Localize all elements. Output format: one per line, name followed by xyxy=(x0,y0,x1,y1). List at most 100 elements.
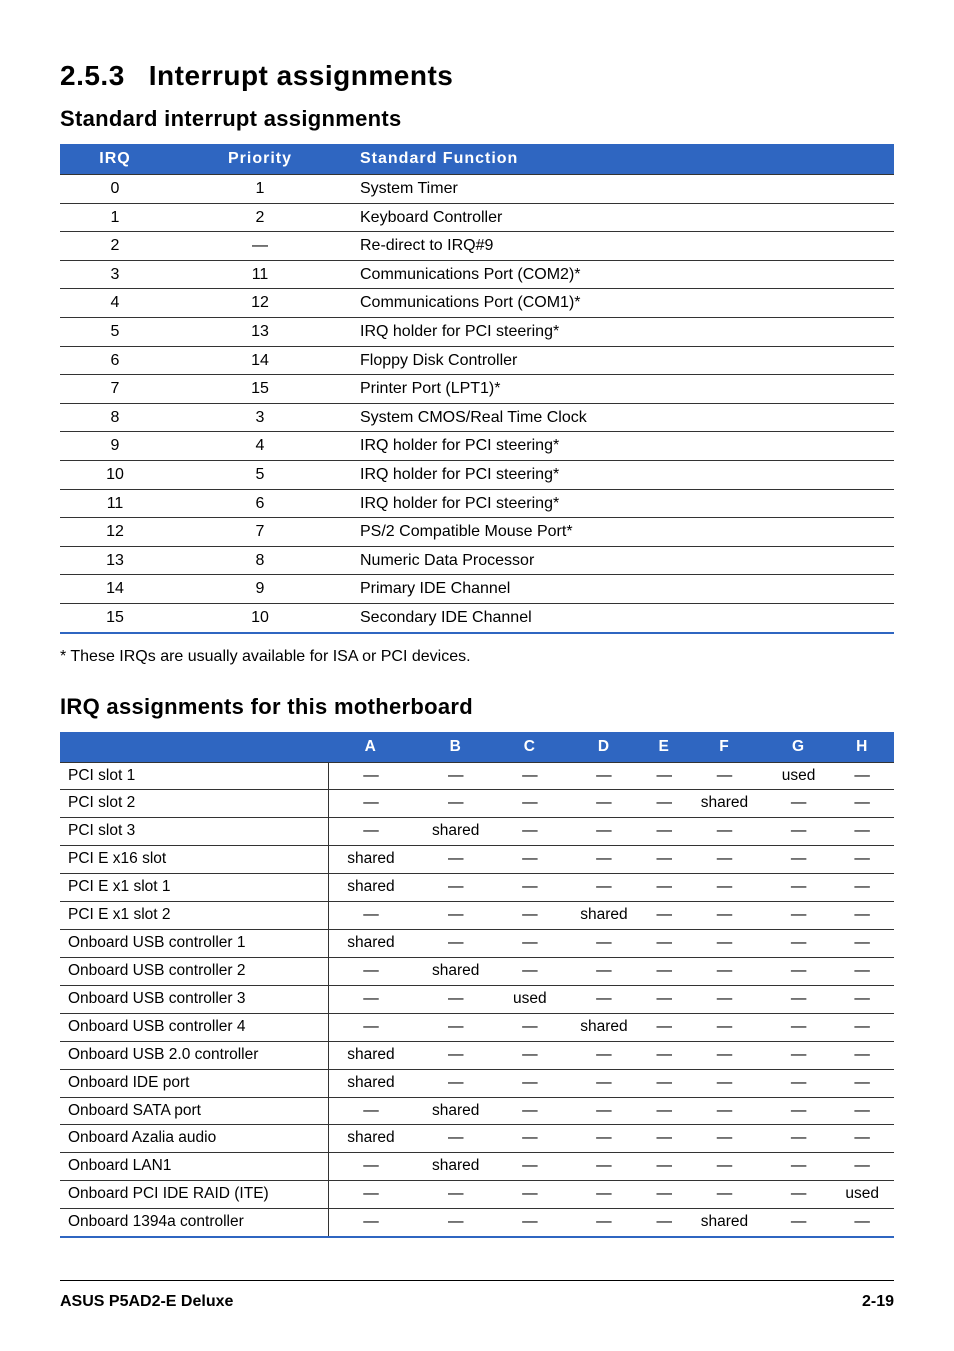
cell-value: — xyxy=(682,1153,767,1181)
table-row: 149Primary IDE Channel xyxy=(60,575,894,604)
cell-value: shared xyxy=(328,1069,413,1097)
table-row: 412Communications Port (COM1)* xyxy=(60,289,894,318)
cell-value: — xyxy=(562,1209,647,1237)
table-row: 12Keyboard Controller xyxy=(60,203,894,232)
cell-value: — xyxy=(328,902,413,930)
cell-value: shared xyxy=(413,818,498,846)
cell-function: Primary IDE Channel xyxy=(350,575,894,604)
th-col: H xyxy=(830,732,894,763)
cell-function: IRQ holder for PCI steering* xyxy=(350,432,894,461)
cell-value: — xyxy=(830,1153,894,1181)
cell-value: — xyxy=(830,818,894,846)
table-row: PCI slot 2—————shared—— xyxy=(60,790,894,818)
table-row: Onboard USB 2.0 controllershared——————— xyxy=(60,1041,894,1069)
table-row: Onboard USB controller 3——used————— xyxy=(60,985,894,1013)
cell-value: — xyxy=(498,1209,562,1237)
cell-priority: 6 xyxy=(170,489,350,518)
table-row: PCI E x1 slot 2———shared———— xyxy=(60,902,894,930)
cell-irq: 4 xyxy=(60,289,170,318)
cell-value: — xyxy=(767,1125,831,1153)
cell-value: — xyxy=(767,1097,831,1125)
cell-value: — xyxy=(562,818,647,846)
cell-value: — xyxy=(413,1125,498,1153)
cell-value: — xyxy=(767,1069,831,1097)
cell-value: shared xyxy=(413,957,498,985)
section-title: Interrupt assignments xyxy=(149,60,454,91)
th-irq: IRQ xyxy=(60,144,170,175)
cell-value: — xyxy=(562,1041,647,1069)
cell-value: — xyxy=(682,1041,767,1069)
cell-value: — xyxy=(830,1097,894,1125)
cell-value: — xyxy=(646,1181,682,1209)
cell-value: — xyxy=(646,1153,682,1181)
cell-irq: 3 xyxy=(60,260,170,289)
cell-value: — xyxy=(646,846,682,874)
cell-value: — xyxy=(830,1209,894,1237)
cell-value: — xyxy=(646,818,682,846)
row-label: Onboard 1394a controller xyxy=(60,1209,328,1237)
cell-priority: 7 xyxy=(170,518,350,547)
cell-value: shared xyxy=(328,1041,413,1069)
table-row: PCI slot 1——————used— xyxy=(60,762,894,790)
footer: ASUS P5AD2-E Deluxe 2-19 xyxy=(60,1293,894,1311)
cell-value: — xyxy=(328,1153,413,1181)
cell-irq: 7 xyxy=(60,375,170,404)
cell-value: — xyxy=(328,1013,413,1041)
row-label: PCI E x16 slot xyxy=(60,846,328,874)
cell-value: — xyxy=(498,874,562,902)
cell-irq: 15 xyxy=(60,603,170,632)
cell-value: — xyxy=(498,902,562,930)
cell-function: System Timer xyxy=(350,175,894,204)
section-heading: 2.5.3Interrupt assignments xyxy=(60,60,894,92)
page: 2.5.3Interrupt assignments Standard inte… xyxy=(0,0,954,1351)
cell-value: — xyxy=(328,762,413,790)
cell-value: — xyxy=(498,1041,562,1069)
cell-value: — xyxy=(830,1069,894,1097)
cell-value: — xyxy=(498,957,562,985)
cell-value: — xyxy=(767,790,831,818)
cell-function: Communications Port (COM2)* xyxy=(350,260,894,289)
cell-value: — xyxy=(328,1181,413,1209)
table-row: Onboard SATA port—shared—————— xyxy=(60,1097,894,1125)
cell-irq: 5 xyxy=(60,317,170,346)
cell-value: — xyxy=(562,930,647,958)
cell-priority: 12 xyxy=(170,289,350,318)
row-label: Onboard USB controller 2 xyxy=(60,957,328,985)
table-row: Onboard USB controller 4———shared———— xyxy=(60,1013,894,1041)
standard-subheading: Standard interrupt assignments xyxy=(60,106,894,132)
cell-value: — xyxy=(646,1013,682,1041)
th-blank xyxy=(60,732,328,763)
cell-value: — xyxy=(562,1069,647,1097)
table-row: 513IRQ holder for PCI steering* xyxy=(60,317,894,346)
table-row: 116IRQ holder for PCI steering* xyxy=(60,489,894,518)
cell-value: — xyxy=(498,1097,562,1125)
cell-irq: 1 xyxy=(60,203,170,232)
cell-value: — xyxy=(646,1125,682,1153)
cell-value: — xyxy=(562,1125,647,1153)
cell-priority: 5 xyxy=(170,460,350,489)
cell-value: — xyxy=(413,902,498,930)
row-label: PCI slot 1 xyxy=(60,762,328,790)
cell-value: — xyxy=(767,957,831,985)
cell-value: — xyxy=(562,985,647,1013)
table-row: 83System CMOS/Real Time Clock xyxy=(60,403,894,432)
row-label: Onboard IDE port xyxy=(60,1069,328,1097)
cell-value: — xyxy=(767,1013,831,1041)
cell-value: used xyxy=(830,1181,894,1209)
cell-value: — xyxy=(498,1069,562,1097)
cell-irq: 10 xyxy=(60,460,170,489)
cell-priority: 13 xyxy=(170,317,350,346)
th-function: Standard Function xyxy=(350,144,894,175)
cell-function: IRQ holder for PCI steering* xyxy=(350,489,894,518)
cell-value: — xyxy=(682,818,767,846)
cell-value: used xyxy=(498,985,562,1013)
cell-value: — xyxy=(830,874,894,902)
cell-value: — xyxy=(413,1181,498,1209)
th-col: D xyxy=(562,732,647,763)
cell-value: — xyxy=(830,930,894,958)
cell-value: — xyxy=(682,1181,767,1209)
table-row: Onboard Azalia audioshared——————— xyxy=(60,1125,894,1153)
table-row: 311Communications Port (COM2)* xyxy=(60,260,894,289)
th-col: F xyxy=(682,732,767,763)
cell-priority: 11 xyxy=(170,260,350,289)
